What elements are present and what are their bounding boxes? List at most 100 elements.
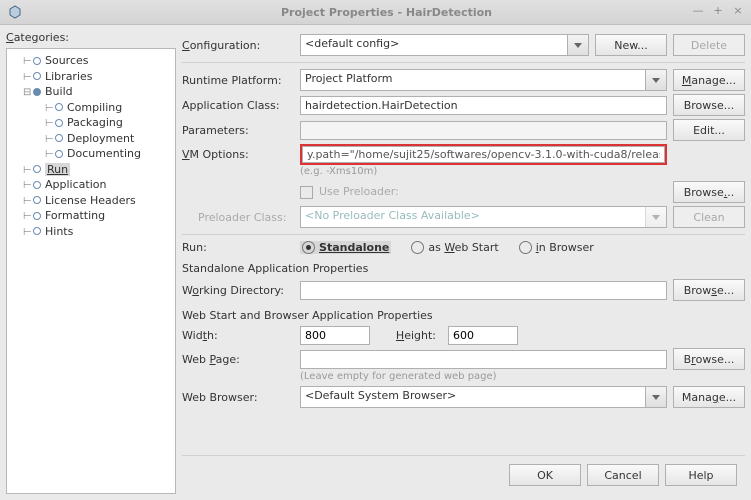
sidebar-item-libraries[interactable]: Libraries (33, 70, 93, 83)
sidebar-item-compiling[interactable]: Compiling (55, 101, 122, 114)
categories-panel: Categories: ⊢Sources ⊢Libraries ⊟Build ⊢… (6, 31, 176, 494)
sidebar-item-deployment[interactable]: Deployment (55, 132, 134, 145)
new-button[interactable]: New... (595, 34, 667, 56)
parameters-row: Parameters: Edit... (182, 119, 745, 141)
window-title: Project Properties - HairDetection (22, 6, 751, 19)
ok-button[interactable]: OK (509, 464, 581, 486)
window-controls: — + × (691, 4, 745, 17)
standalone-section-title: Standalone Application Properties (182, 262, 745, 275)
application-class-input[interactable] (300, 96, 667, 115)
radio-icon (302, 241, 315, 254)
radio-label: in Browser (536, 241, 594, 254)
web-page-input[interactable] (300, 350, 667, 369)
web-browser-row: Web Browser: <Default System Browser> Ma… (182, 386, 745, 408)
radio-icon (411, 241, 424, 254)
tree-expand-icon[interactable]: ⊟ (23, 87, 33, 98)
vm-options-input[interactable] (302, 146, 665, 163)
tree-branch-icon: ⊢ (45, 103, 55, 114)
web-page-row: Web Page: Browse... (182, 348, 745, 370)
web-page-hint: (Leave empty for generated web page) (300, 371, 745, 382)
maximize-button[interactable]: + (711, 4, 725, 17)
radio-label: as Web Start (428, 241, 498, 254)
height-input[interactable] (448, 326, 518, 345)
parameters-label: Parameters: (182, 124, 294, 137)
browse-preloader-button[interactable]: Browse... (673, 181, 745, 203)
tree-branch-icon: ⊢ (23, 72, 33, 83)
use-preloader-row: Use Preloader: Browse... (182, 181, 745, 203)
tree-label: Documenting (67, 147, 141, 160)
dropdown-icon (645, 70, 666, 90)
vm-options-highlight (300, 144, 667, 165)
form-area: Configuration: <default config> New... D… (182, 31, 745, 455)
edit-button[interactable]: Edit... (673, 119, 745, 141)
tree-label: Sources (45, 54, 89, 67)
checkbox-icon (300, 186, 313, 199)
sidebar-item-hints[interactable]: Hints (33, 225, 73, 238)
preloader-class-combo: <No Preloader Class Available> (300, 206, 667, 228)
categories-tree: ⊢Sources ⊢Libraries ⊟Build ⊢Compiling ⊢P… (6, 48, 176, 494)
runtime-platform-value: Project Platform (301, 70, 645, 90)
working-directory-input[interactable] (300, 281, 667, 300)
browse-appclass-button[interactable]: Browse... (673, 94, 745, 116)
radio-in-browser[interactable]: in Browser (519, 241, 594, 254)
runtime-platform-combo[interactable]: Project Platform (300, 69, 667, 91)
close-button[interactable]: × (731, 4, 745, 17)
web-browser-combo[interactable]: <Default System Browser> (300, 386, 667, 408)
configuration-combo[interactable]: <default config> (300, 34, 589, 56)
tree-branch-icon: ⊢ (23, 227, 33, 238)
run-mode-row: Run: Standalone as Web Start in Browser (182, 241, 745, 254)
clean-button[interactable]: Clean (673, 206, 745, 228)
tree-label: Libraries (45, 70, 93, 83)
manage-button[interactable]: Manage... (673, 69, 745, 91)
vm-options-row: VM Options: (182, 144, 745, 165)
vm-options-hint: (e.g. -Xms10m) (300, 166, 745, 177)
sidebar-item-build[interactable]: Build (33, 85, 73, 98)
sidebar-item-formatting[interactable]: Formatting (33, 209, 105, 222)
tree-branch-icon: ⊢ (23, 180, 33, 191)
sidebar-item-application[interactable]: Application (33, 178, 106, 191)
dropdown-icon (645, 387, 666, 407)
web-page-label: Web Page: (182, 353, 294, 366)
run-label: Run: (182, 241, 294, 254)
radio-web-start[interactable]: as Web Start (411, 241, 498, 254)
sidebar-item-documenting[interactable]: Documenting (55, 147, 141, 160)
configuration-row: Configuration: <default config> New... D… (182, 34, 745, 56)
use-preloader-label: Use Preloader: (319, 185, 399, 198)
application-class-label: Application Class: (182, 99, 294, 112)
use-preloader-checkbox[interactable]: Use Preloader: (300, 185, 667, 199)
tree-branch-icon: ⊢ (23, 165, 33, 176)
tree-label: Deployment (67, 132, 134, 145)
cancel-button[interactable]: Cancel (587, 464, 659, 486)
vm-options-label: VM Options: (182, 148, 294, 161)
tree-branch-icon: ⊢ (45, 149, 55, 160)
dimensions-row: Width: Height: (182, 326, 745, 345)
project-properties-window: Project Properties - HairDetection — + ×… (0, 0, 751, 500)
titlebar: Project Properties - HairDetection — + × (0, 0, 751, 25)
sidebar-item-run[interactable]: Run (33, 163, 70, 176)
minimize-button[interactable]: — (691, 4, 705, 17)
browse-webpage-button[interactable]: Browse... (673, 348, 745, 370)
tree-label: Hints (45, 225, 73, 238)
working-directory-row: Working Directory: Browse... (182, 279, 745, 301)
tree-branch-icon: ⊢ (23, 196, 33, 207)
tree-label: Compiling (67, 101, 122, 114)
preloader-class-label: Preloader Class: (182, 211, 294, 224)
sidebar-item-license-headers[interactable]: License Headers (33, 194, 136, 207)
manage-browser-button[interactable]: Manage... (673, 386, 745, 408)
radio-standalone[interactable]: Standalone (300, 241, 391, 254)
tree-branch-icon: ⊢ (23, 56, 33, 67)
runtime-platform-label: Runtime Platform: (182, 74, 294, 87)
delete-button[interactable]: Delete (673, 34, 745, 56)
web-browser-value: <Default System Browser> (301, 387, 645, 407)
sidebar-item-sources[interactable]: Sources (33, 54, 89, 67)
radio-icon (519, 241, 532, 254)
tree-label: Application (45, 178, 106, 191)
help-button[interactable]: Help (665, 464, 737, 486)
width-label: Width: (182, 329, 294, 342)
browse-workdir-button[interactable]: Browse... (673, 279, 745, 301)
dialog-footer: OK Cancel Help (182, 455, 745, 494)
width-input[interactable] (300, 326, 370, 345)
sidebar-item-packaging[interactable]: Packaging (55, 116, 123, 129)
preloader-class-value: <No Preloader Class Available> (301, 207, 645, 227)
app-icon (8, 5, 22, 19)
